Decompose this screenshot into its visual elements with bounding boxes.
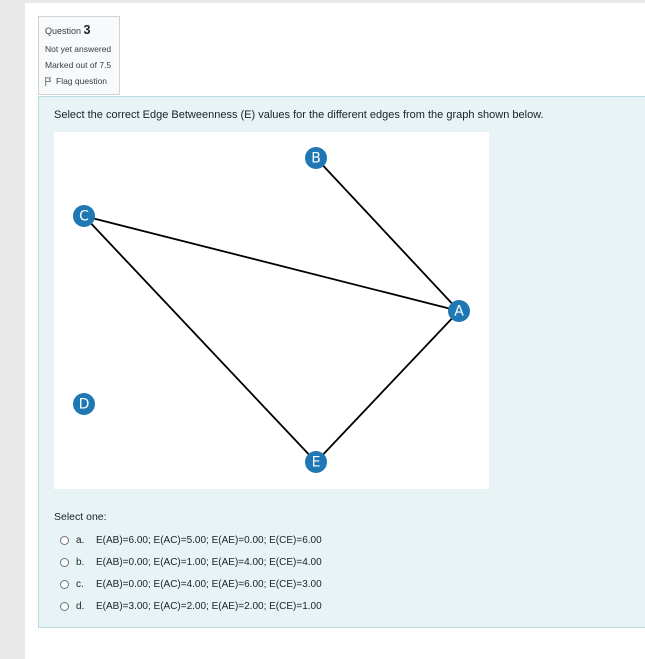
node-label: E (312, 455, 321, 471)
option-b[interactable]: b. E(AB)=0.00; E(AC)=1.00; E(AE)=4.00; E… (60, 551, 322, 573)
edge-ba (315, 157, 460, 312)
radio-option-b[interactable] (60, 557, 69, 567)
question-number: Question 3 (45, 22, 119, 39)
edge-ca (83, 215, 460, 312)
option-d[interactable]: d. E(AB)=3.00; E(AC)=2.00; E(AE)=2.00; E… (60, 595, 322, 617)
question-content: Select the correct Edge Betweenness (E) … (38, 96, 645, 628)
question-number-value: 3 (83, 23, 91, 37)
node-label: A (454, 304, 464, 320)
option-text: E(AB)=6.00; E(AC)=5.00; E(AE)=0.00; E(CE… (96, 534, 322, 546)
node-a: A (448, 300, 470, 322)
radio-option-a[interactable] (60, 535, 69, 545)
edge-ce (83, 215, 317, 463)
flag-icon (45, 76, 51, 86)
graph-image: B C A D E (54, 132, 489, 489)
node-label: C (79, 209, 89, 225)
graph-edges (83, 157, 460, 463)
option-a[interactable]: a. E(AB)=6.00; E(AC)=5.00; E(AE)=0.00; E… (60, 529, 322, 551)
option-c[interactable]: c. E(AB)=0.00; E(AC)=4.00; E(AE)=6.00; E… (60, 573, 322, 595)
question-label: Question (45, 26, 82, 36)
left-gutter (0, 3, 25, 659)
graph-nodes: B C A D E (73, 147, 470, 473)
flag-question-label: Flag question (56, 76, 108, 86)
option-text: E(AB)=0.00; E(AC)=1.00; E(AE)=4.00; E(CE… (96, 556, 322, 568)
node-label: D (79, 397, 90, 413)
network-graph: B C A D E (73, 147, 470, 473)
radio-option-c[interactable] (60, 579, 69, 589)
answer-status: Not yet answered (45, 44, 112, 54)
edge-ea (315, 310, 460, 463)
radio-option-d[interactable] (60, 601, 69, 611)
node-e: E (305, 451, 327, 473)
flag-question-link[interactable]: Flag question (45, 73, 119, 89)
question-text: Select the correct Edge Betweenness (E) … (54, 109, 544, 121)
option-letter: c. (76, 578, 84, 590)
node-b: B (305, 147, 327, 169)
select-one-label: Select one: (54, 511, 107, 523)
option-text: E(AB)=0.00; E(AC)=4.00; E(AE)=6.00; E(CE… (96, 578, 322, 590)
node-d: D (73, 393, 95, 415)
option-letter: b. (76, 556, 85, 568)
option-text: E(AB)=3.00; E(AC)=2.00; E(AE)=2.00; E(CE… (96, 600, 322, 612)
option-letter: d. (76, 600, 85, 612)
question-info-panel: Question 3 Not yet answered Marked out o… (38, 16, 120, 95)
answer-options: a. E(AB)=6.00; E(AC)=5.00; E(AE)=0.00; E… (60, 529, 322, 617)
marks-info: Marked out of 7.5 (45, 60, 112, 70)
option-letter: a. (76, 534, 85, 546)
node-c: C (73, 205, 95, 227)
node-label: B (311, 151, 321, 167)
